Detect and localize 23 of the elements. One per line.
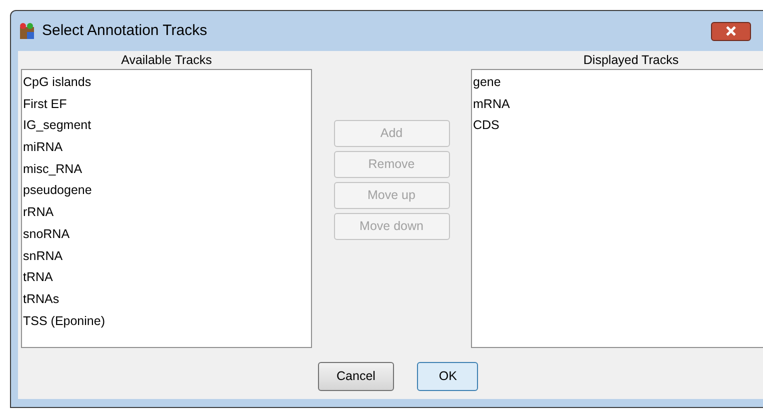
track-item[interactable]: snoRNA bbox=[22, 224, 70, 246]
list-heading: Available Tracks bbox=[121, 52, 212, 69]
track-item[interactable]: tRNAs bbox=[22, 288, 60, 311]
dialog-button[interactable]: OK bbox=[417, 362, 478, 391]
close-icon bbox=[725, 26, 737, 36]
dialog-button[interactable]: Cancel bbox=[318, 362, 394, 391]
window-title: Select Annotation Tracks bbox=[42, 20, 208, 41]
track-item[interactable]: mRNA bbox=[472, 94, 510, 116]
track-item[interactable]: rRNA bbox=[22, 202, 54, 224]
track-item[interactable]: IG_segment bbox=[22, 115, 92, 138]
track-item[interactable]: CpG islands bbox=[22, 72, 92, 94]
list-heading: Displayed Tracks bbox=[583, 52, 679, 69]
track-item[interactable]: miRNA bbox=[22, 137, 63, 159]
track-item[interactable]: gene bbox=[472, 72, 501, 94]
track-item[interactable]: pseudogene bbox=[22, 180, 92, 202]
track-item[interactable]: CDS bbox=[472, 115, 500, 138]
track-item[interactable]: First EF bbox=[22, 94, 67, 116]
track-item[interactable]: snRNA bbox=[22, 246, 63, 268]
close-button[interactable] bbox=[711, 22, 751, 40]
track-item[interactable]: tRNA bbox=[22, 267, 53, 289]
track-item[interactable]: misc_RNA bbox=[22, 158, 82, 180]
track-item[interactable]: TSS (Eponine) bbox=[22, 310, 105, 332]
app-icon bbox=[18, 22, 36, 40]
